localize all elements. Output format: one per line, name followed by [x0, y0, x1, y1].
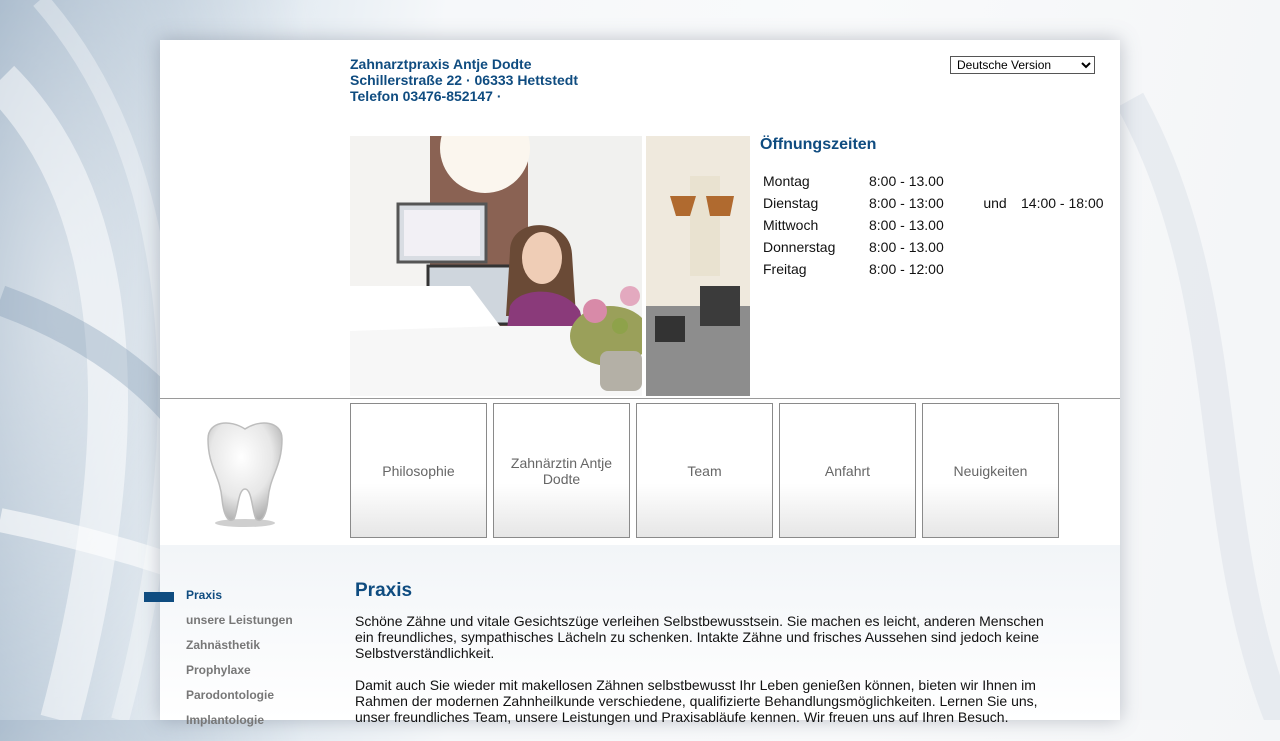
sidebar-item-zahnaesthetik[interactable]: Zahnästhetik [186, 637, 293, 662]
hours-time: 8:00 - 13.00 [869, 173, 944, 189]
sidebar-item-parodontologie[interactable]: Parodontologie [186, 687, 293, 712]
practice-photo [350, 136, 750, 396]
language-select[interactable]: Deutsche Version [950, 56, 1095, 74]
sidebar-item-leistungen[interactable]: unsere Leistungen [186, 612, 293, 637]
practice-address-block: Zahnarztpraxis Antje Dodte Schillerstraß… [350, 56, 578, 104]
main-navigation: Philosophie Zahnärztin Antje Dodte Team … [160, 398, 1120, 546]
page-container: Zahnarztpraxis Antje Dodte Schillerstraß… [144, 40, 1120, 727]
header-section: Zahnarztpraxis Antje Dodte Schillerstraß… [160, 40, 1120, 397]
hours-extra: 14:00 - 18:00 [1021, 195, 1104, 211]
hours-day: Dienstag [763, 195, 819, 211]
main-content: Praxis Schöne Zähne und vitale Gesichtsz… [355, 580, 1065, 741]
page-title: Praxis [355, 580, 413, 601]
hours-joiner [972, 170, 1018, 192]
hours-day: Mittwoch [763, 217, 819, 233]
sidebar-item-implantologie[interactable]: Implantologie [186, 712, 293, 737]
opening-hours-row: Freitag 8:00 - 12:00 [760, 258, 1107, 280]
sidebar-item-praxis[interactable]: Praxis [186, 587, 293, 612]
nav-button-team[interactable]: Team [636, 403, 773, 538]
nav-button-anfahrt[interactable]: Anfahrt [779, 403, 916, 538]
hours-time: 8:00 - 13.00 [869, 239, 944, 255]
hours-time: 8:00 - 13.00 [869, 217, 944, 233]
hours-time: 8:00 - 12:00 [869, 261, 944, 277]
nav-button-philosophie[interactable]: Philosophie [350, 403, 487, 538]
hours-joiner [972, 236, 1018, 258]
content-section: Praxis unsere Leistungen Zahnästhetik Pr… [144, 545, 1120, 727]
tooth-logo-icon [207, 422, 283, 527]
opening-hours-row: Mittwoch 8:00 - 13.00 [760, 214, 1107, 236]
hours-day: Donnerstag [763, 239, 836, 255]
intro-paragraph-1: Schöne Zähne und vitale Gesichtszüge ver… [355, 613, 1044, 661]
reception-photo-illustration [350, 136, 750, 396]
opening-hours-row: Dienstag 8:00 - 13:00 und 14:00 - 18:00 [760, 192, 1107, 214]
intro-paragraph-2: Damit auch Sie wieder mit makellosen Zäh… [355, 677, 1038, 725]
hours-extra [1018, 258, 1107, 280]
opening-hours-row: Montag 8:00 - 13.00 [760, 170, 1107, 192]
practice-name: Zahnarztpraxis Antje Dodte [350, 56, 532, 72]
hours-day: Freitag [763, 261, 807, 277]
hours-extra [1018, 170, 1107, 192]
practice-address: Schillerstraße 22 · 06333 Hettstedt [350, 72, 578, 88]
opening-hours-table: Montag 8:00 - 13.00 Dienstag 8:00 - 13:00 un… [760, 170, 1107, 280]
nav-button-neuigkeiten[interactable]: Neuigkeiten [922, 403, 1059, 538]
hours-extra [1018, 236, 1107, 258]
practice-phone: Telefon 03476-852147 · [350, 88, 502, 104]
active-menu-marker [144, 592, 174, 602]
opening-hours-row: Donnerstag 8:00 - 13.00 [760, 236, 1107, 258]
opening-hours-title: Öffnungszeiten [760, 136, 877, 153]
hours-joiner [972, 258, 1018, 280]
hours-extra [1018, 214, 1107, 236]
hours-joiner [972, 214, 1018, 236]
sidebar-menu: Praxis unsere Leistungen Zahnästhetik Pr… [186, 587, 293, 737]
sidebar-item-prophylaxe[interactable]: Prophylaxe [186, 662, 293, 687]
hours-time: 8:00 - 13:00 [869, 195, 944, 211]
hours-day: Montag [763, 173, 810, 189]
hours-joiner: und [983, 195, 1007, 211]
nav-button-zahnaerztin[interactable]: Zahnärztin Antje Dodte [493, 403, 630, 538]
